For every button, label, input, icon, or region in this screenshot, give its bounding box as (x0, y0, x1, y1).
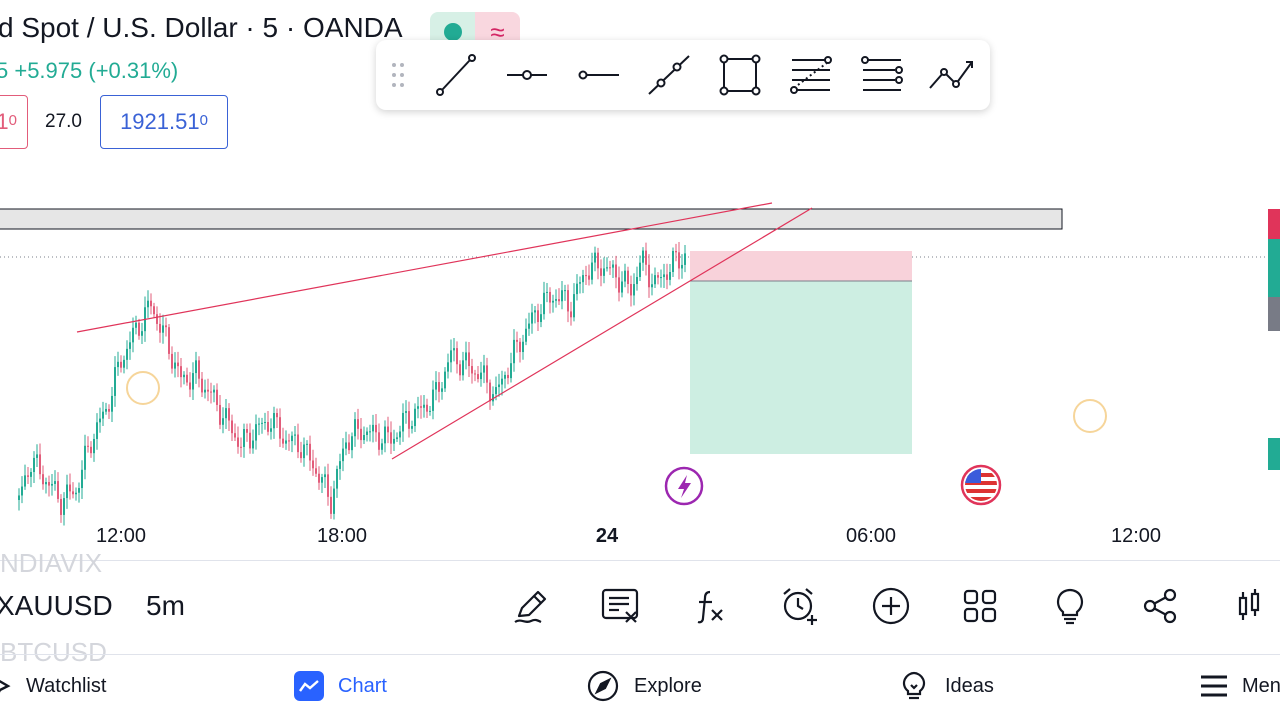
symbol-title[interactable]: d Spot / U.S. Dollar · 5 · OANDA (0, 12, 403, 44)
time-label: 12:00 (1110, 525, 1162, 547)
horizontal-ray-tool-icon[interactable] (491, 45, 562, 105)
watchlist-icon (0, 680, 11, 693)
fx-icon[interactable] (688, 584, 732, 628)
ideas-icon (902, 671, 926, 700)
nav-ideas-label: Ideas (945, 674, 994, 697)
nav-menu-label: Menu (1242, 674, 1280, 697)
symbol-list-item[interactable]: NDIAVIX (0, 548, 102, 579)
bid-price: 1 (0, 109, 9, 134)
take-profit-zone[interactable] (690, 281, 912, 454)
alarm-icon[interactable] (778, 584, 822, 628)
checklist-icon[interactable] (598, 584, 642, 628)
divider (0, 560, 1280, 561)
price-change: 5 +5.975 (+0.31%) (0, 58, 179, 83)
drag-handle-icon[interactable] (376, 62, 420, 88)
grid-icon[interactable] (958, 584, 1002, 628)
fib-retracement-tool-icon[interactable] (775, 45, 846, 105)
lightbulb-icon[interactable] (1048, 584, 1092, 628)
current-symbol[interactable]: XAUUSD (0, 590, 113, 622)
nav-ideas[interactable]: Ideas (897, 664, 994, 708)
plus-circle-icon[interactable] (869, 584, 913, 628)
nav-explore[interactable]: Explore (586, 664, 702, 708)
price-scale-marker (1268, 297, 1280, 331)
sell-button[interactable]: 10 (0, 95, 28, 149)
nav-explore-label: Explore (634, 674, 702, 697)
time-label: 18:00 (316, 525, 368, 547)
us-flag-event-icon[interactable] (960, 464, 1002, 506)
ask-price: 1921.51 (120, 109, 200, 134)
interval-selector[interactable]: 5m (146, 590, 185, 622)
bid-price-sup: 0 (8, 111, 17, 129)
nav-watchlist-label: Watchlist (26, 674, 107, 697)
time-label: 24 (595, 525, 619, 547)
rectangle-tool-icon[interactable] (704, 45, 775, 105)
compass-icon (587, 670, 619, 702)
stop-loss-zone[interactable] (690, 251, 912, 281)
nav-watchlist[interactable]: Watchlist (0, 664, 106, 708)
share-icon[interactable] (1138, 584, 1182, 628)
nav-menu[interactable]: Menu (1200, 664, 1280, 708)
lightning-event-icon[interactable] (664, 466, 704, 506)
nav-chart-label: Chart (338, 674, 387, 697)
divider (0, 654, 1280, 655)
pencil-icon[interactable] (509, 584, 553, 628)
time-label: 12:00 (95, 525, 147, 547)
candles (18, 241, 686, 526)
resistance-zone[interactable] (0, 208, 1063, 230)
trend-line-tool-icon[interactable] (420, 45, 491, 105)
price-scale-marker (1268, 438, 1280, 470)
price-scale-marker (1268, 209, 1280, 239)
menu-icon (1201, 675, 1227, 697)
chart-icon (294, 671, 324, 701)
time-label: 06:00 (845, 525, 897, 547)
spread-value: 27.0 (45, 111, 82, 132)
marker-circle[interactable] (1073, 399, 1107, 433)
price-scale-marker (1268, 239, 1280, 297)
marker-circle[interactable] (126, 371, 160, 405)
horizontal-line-tool-icon[interactable] (562, 45, 633, 105)
parallel-channel-tool-icon[interactable] (846, 45, 917, 105)
buy-button[interactable]: 1921.51 0 (100, 95, 228, 149)
extended-line-tool-icon[interactable] (633, 45, 704, 105)
ask-price-sup: 0 (199, 111, 208, 129)
path-tool-icon[interactable] (917, 45, 988, 105)
candles-icon[interactable] (1236, 584, 1276, 628)
drawing-toolbar (376, 40, 990, 110)
nav-chart[interactable]: Chart (294, 664, 387, 708)
